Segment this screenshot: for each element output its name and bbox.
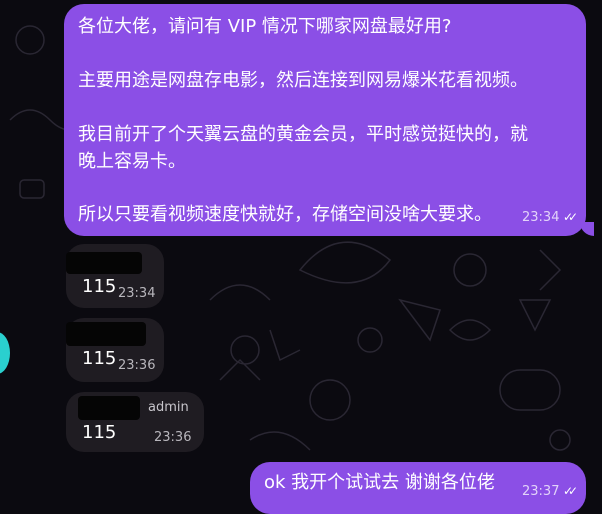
message-line: 各位大佬，请问有 VIP 情况下哪家网盘最好用? — [78, 16, 452, 37]
read-receipt-icon: ✓✓ — [563, 210, 578, 224]
message-time: 23:34 — [118, 286, 156, 301]
message-time: 23:37 — [522, 484, 560, 499]
message-time: 23:34 — [522, 210, 560, 225]
message-text: 115 — [82, 348, 117, 369]
avatar[interactable] — [0, 332, 10, 374]
message-line: 主要用途是网盘存电影，然后连接到网易爆米花看视频。 — [78, 70, 528, 91]
incoming-message-bubble[interactable]: admin 115 23:36 — [66, 392, 204, 452]
message-time: 23:36 — [154, 430, 192, 445]
message-text: 115 — [82, 276, 117, 297]
message-text: ok 我开个试试去 谢谢各位佬 — [264, 472, 495, 493]
message-line: 所以只要看视频速度快就好，存储空间没啥大要求。 — [78, 204, 492, 225]
redacted-sender-name — [78, 396, 140, 420]
outgoing-message-bubble[interactable]: ok 我开个试试去 谢谢各位佬 23:37 ✓✓ — [250, 462, 586, 514]
bubble-tail — [580, 222, 594, 236]
message-time: 23:36 — [118, 358, 156, 373]
outgoing-message-bubble[interactable]: 各位大佬，请问有 VIP 情况下哪家网盘最好用? 主要用途是网盘存电影，然后连接… — [64, 4, 586, 236]
message-line: 我目前开了个天翼云盘的黄金会员，平时感觉挺快的，就 — [78, 124, 528, 145]
message-line: 晚上容易卡。 — [78, 151, 186, 172]
redacted-sender-name — [66, 252, 142, 274]
incoming-message-bubble[interactable]: 115 23:34 — [66, 244, 164, 308]
redacted-sender-name — [66, 322, 146, 346]
message-text: 115 — [82, 422, 117, 443]
incoming-message-bubble[interactable]: 115 23:36 — [66, 318, 164, 382]
sender-role-badge: admin — [148, 400, 189, 415]
read-receipt-icon: ✓✓ — [563, 484, 578, 498]
